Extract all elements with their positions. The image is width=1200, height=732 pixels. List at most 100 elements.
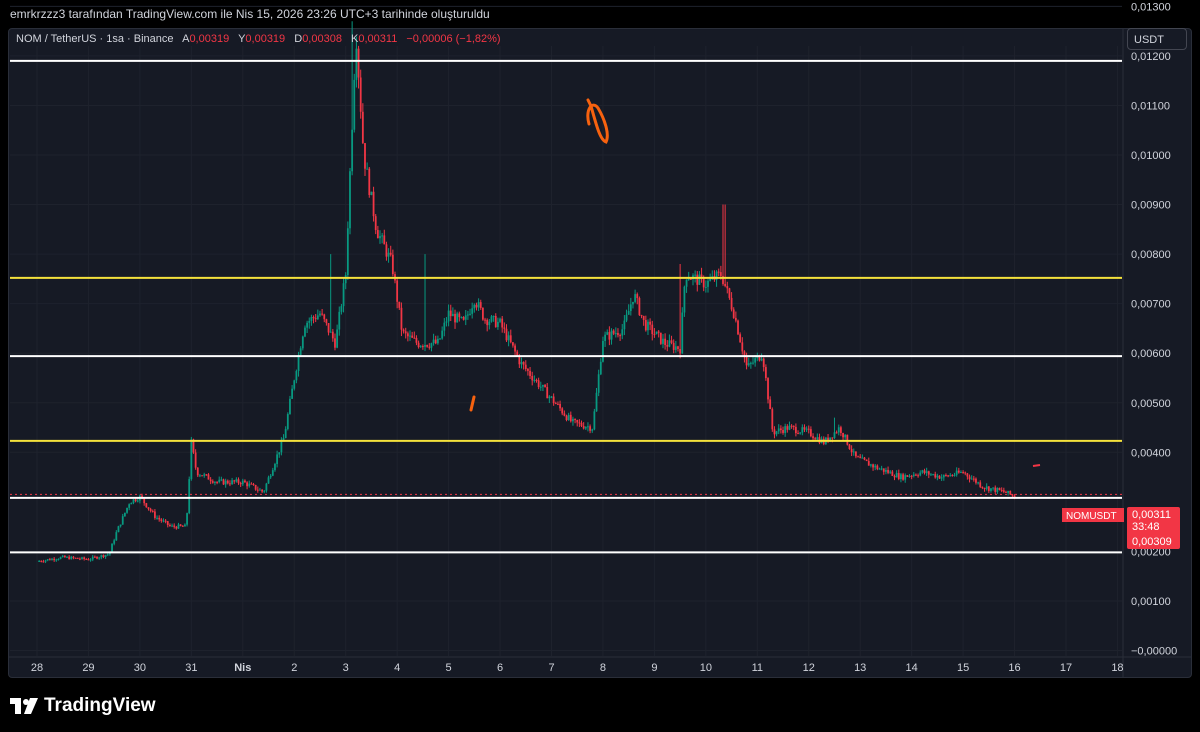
candle-body: [833, 432, 836, 439]
candle-body: [383, 235, 386, 245]
candle-body: [574, 418, 576, 420]
candle-body: [880, 468, 883, 470]
candle-body: [940, 477, 943, 479]
candle-body: [113, 540, 116, 544]
candle-body: [295, 371, 298, 381]
candle-body: [979, 482, 982, 487]
time-tick-label: 6: [497, 662, 503, 674]
candle-body: [175, 526, 178, 529]
time-tick-label: 28: [31, 662, 43, 674]
candle-body: [863, 457, 866, 460]
candle-body: [61, 555, 64, 558]
candle-body: [604, 334, 606, 341]
candle-body: [707, 280, 709, 287]
candle-body: [78, 558, 81, 560]
candle-body: [842, 432, 844, 438]
price-chart[interactable]: 0,01300 0,01200 0,01100 0,01000 0,00900 0,008…: [0, 0, 1200, 732]
candle-body: [456, 313, 459, 323]
candle-body: [499, 318, 501, 322]
candle-body: [349, 171, 351, 229]
candle-body: [771, 409, 774, 430]
candle-body: [599, 361, 602, 375]
time-tick-label: 9: [651, 662, 657, 674]
candle-body: [169, 524, 171, 526]
candle-body: [662, 338, 664, 344]
candle-body: [779, 428, 782, 431]
candle-body: [709, 278, 712, 281]
candle-body: [968, 476, 971, 480]
tradingview-logo-icon: [10, 698, 38, 714]
candle-body: [593, 411, 596, 430]
candle-body: [38, 561, 41, 563]
candle-body: [179, 524, 182, 526]
candle-body: [651, 324, 654, 335]
candle-body: [134, 499, 137, 502]
time-tick-label: 4: [394, 662, 400, 674]
candle-body: [552, 396, 555, 404]
candle-body: [244, 480, 246, 483]
candle-body: [807, 428, 810, 430]
candle-body: [773, 429, 776, 435]
time-tick-label: 31: [185, 662, 197, 674]
symbol-name[interactable]: NOM / TetherUS · 1sa · Binance: [16, 33, 174, 45]
candle-body: [111, 543, 113, 552]
candle-body: [396, 280, 399, 302]
candle-body: [696, 274, 699, 285]
candle-body: [93, 556, 96, 558]
candle-body: [434, 339, 437, 344]
candle-body: [211, 481, 214, 483]
candle-body: [642, 315, 645, 320]
candle-body: [336, 329, 339, 348]
candle-body: [136, 500, 139, 502]
candle-body: [1007, 490, 1010, 493]
candle-body: [957, 470, 960, 473]
candle-body: [149, 508, 152, 511]
candle-body: [606, 332, 609, 335]
candle-body: [404, 331, 407, 334]
candle-body: [451, 313, 454, 317]
candle-body: [704, 286, 707, 288]
candle-body: [286, 414, 289, 430]
candle-body: [70, 556, 73, 560]
candle-body: [1002, 490, 1005, 492]
candle-body: [550, 396, 553, 398]
candle-body: [621, 329, 624, 336]
price-tick-label: 0,00600: [1131, 348, 1171, 360]
candle-body: [417, 342, 420, 348]
candle-body: [539, 386, 542, 388]
candle-body: [554, 403, 557, 405]
change-value: −0,00006 (−1,82%): [406, 33, 501, 45]
candle-body: [130, 502, 133, 505]
candle-body: [520, 362, 523, 365]
price-tick-label: 0,00800: [1131, 249, 1171, 261]
candle-body: [154, 511, 156, 518]
candle-body: [580, 422, 583, 427]
low-value: 0,00308: [302, 33, 342, 45]
candle-body: [199, 475, 201, 477]
bar-countdown: 33:48: [1132, 521, 1160, 533]
candle-body: [274, 464, 276, 471]
candle-body: [848, 444, 851, 450]
candle-body: [859, 456, 862, 458]
grid: [10, 5, 1122, 656]
currency-button[interactable]: USDT: [1127, 28, 1187, 50]
candle-body: [936, 475, 939, 478]
candle-body: [754, 358, 757, 363]
candle-body: [342, 283, 345, 307]
time-tick-label: 11: [752, 662, 763, 674]
time-tick-label: 14: [906, 662, 918, 674]
candle-body: [734, 317, 737, 321]
candle-body: [466, 314, 469, 316]
candle-body: [259, 489, 261, 491]
candle-body: [376, 230, 379, 239]
candles: [38, 21, 1016, 564]
price-axis: 0,01300 0,01200 0,01100 0,01000 0,00900 0,008…: [1122, 1, 1177, 677]
candle-body: [186, 513, 188, 525]
last-price-value: 0,00311: [1132, 509, 1171, 521]
candle-body: [797, 433, 799, 435]
candle-body: [261, 489, 263, 492]
candle-body: [681, 312, 684, 354]
time-tick-label: 15: [957, 662, 969, 674]
candle-body: [151, 510, 154, 512]
candle-body: [492, 315, 495, 317]
